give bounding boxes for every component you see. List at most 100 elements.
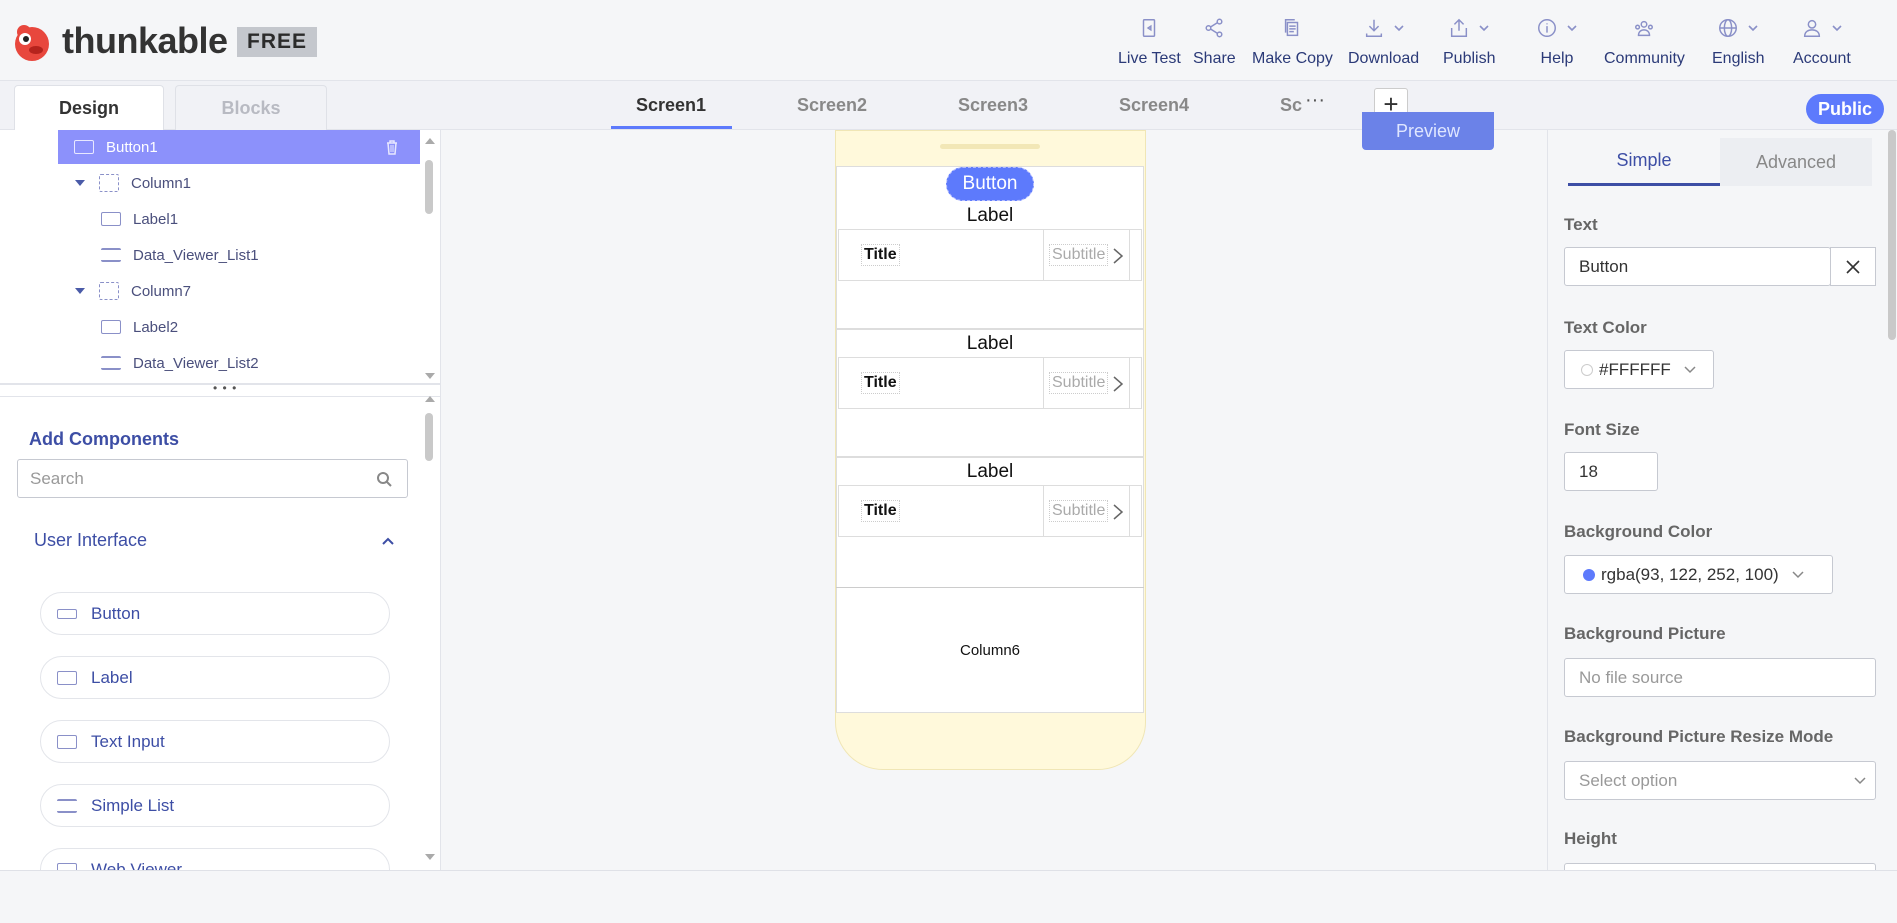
left-panel: Button1 Column1 Label1 Data_Viewer_List1… [0, 130, 441, 870]
component-search-input[interactable]: Search [17, 459, 408, 498]
phone-column6[interactable]: Column6 [836, 587, 1144, 713]
nav-label: Publish [1443, 50, 1496, 67]
phone-data-viewer-list3-row[interactable]: Title Subtitle [838, 485, 1142, 537]
tree-item-label: Data_Viewer_List1 [133, 246, 259, 264]
components-scroll-down[interactable] [425, 854, 435, 860]
nav-account[interactable]: Account [1793, 14, 1851, 68]
button-component-icon [57, 609, 77, 619]
nav-community[interactable]: Community [1604, 14, 1685, 68]
data-viewer-list-icon [101, 248, 121, 262]
font-size-input[interactable]: 18 [1564, 452, 1658, 491]
tree-scroll-down[interactable] [425, 373, 435, 379]
background-picture-label: Background Picture [1564, 624, 1726, 643]
tab-screen4[interactable]: Screen4 [1119, 95, 1189, 116]
nav-share[interactable]: Share [1193, 14, 1236, 68]
tab-blocks[interactable]: Blocks [175, 85, 327, 130]
resize-mode-select[interactable]: Select option [1564, 761, 1876, 800]
phone-icon [1143, 19, 1156, 37]
button-component-icon [74, 140, 94, 154]
trash-icon[interactable] [384, 139, 400, 155]
text-property-label: Text [1564, 215, 1598, 234]
component-label[interactable]: Label [40, 656, 390, 699]
tree-item-label1[interactable]: Label1 [101, 202, 178, 236]
text-input-icon [57, 735, 77, 749]
tree-item-column7[interactable]: Column7 [75, 274, 191, 308]
tab-simple[interactable]: Simple [1568, 138, 1720, 186]
components-scrollbar[interactable] [425, 413, 433, 461]
height-input[interactable] [1564, 863, 1876, 870]
clear-text-button[interactable] [1830, 247, 1876, 286]
tree-item-label2[interactable]: Label2 [101, 310, 178, 344]
phone-data-viewer-list2-row[interactable]: Title Subtitle [838, 357, 1142, 409]
user-icon [1803, 19, 1820, 37]
chevron-down-icon [1854, 776, 1866, 784]
height-label: Height [1564, 829, 1617, 848]
tab-design[interactable]: Design [14, 85, 164, 130]
tree-item-button1[interactable]: Button1 [58, 130, 420, 164]
nav-label: Account [1793, 50, 1851, 67]
list-subtitle: Subtitle [1049, 244, 1109, 266]
preview-button[interactable]: Preview [1362, 112, 1494, 150]
brand-name[interactable]: thunkable [62, 20, 228, 62]
phone-label3[interactable]: Label [836, 461, 1144, 483]
tree-item-data-viewer-list1[interactable]: Data_Viewer_List1 [101, 238, 259, 272]
text-property-input[interactable]: Button [1564, 247, 1831, 286]
chevron-down-icon [1684, 365, 1696, 373]
nav-make-copy[interactable]: Make Copy [1252, 14, 1333, 68]
tab-screen3[interactable]: Screen3 [958, 95, 1028, 116]
info-icon [1538, 19, 1556, 37]
tab-screen2[interactable]: Screen2 [797, 95, 867, 116]
phone-label2[interactable]: Label [836, 333, 1144, 355]
nav-label: Make Copy [1252, 50, 1333, 67]
tree-item-column1[interactable]: Column1 [75, 166, 191, 200]
tree-item-label: Column7 [131, 282, 192, 300]
phone-data-viewer-list1-row[interactable]: Title Subtitle [838, 229, 1142, 281]
nav-language[interactable]: English [1712, 14, 1764, 68]
component-label: Button [91, 603, 141, 623]
tab-screen5[interactable]: Sc [1280, 95, 1302, 116]
collapse-arrow-icon[interactable] [75, 288, 85, 294]
phone-button1[interactable]: Button [946, 167, 1034, 201]
text-color-label: Text Color [1564, 318, 1647, 337]
nav-publish[interactable]: Publish [1443, 14, 1495, 68]
component-simple-list[interactable]: Simple List [40, 784, 390, 827]
nav-label: Share [1193, 50, 1236, 67]
background-color-picker[interactable]: rgba(93, 122, 252, 100) [1564, 555, 1833, 594]
component-text-input[interactable]: Text Input [40, 720, 390, 763]
chevron-down-icon [1748, 25, 1758, 32]
chevron-right-icon [1113, 504, 1124, 520]
tree-item-data-viewer-list2[interactable]: Data_Viewer_List2 [101, 346, 259, 380]
panel-resize-handle[interactable]: • • • [0, 381, 441, 397]
component-list-clip: Web Viewer [0, 846, 420, 870]
list-subtitle: Subtitle [1049, 372, 1109, 394]
tab-advanced[interactable]: Advanced [1720, 138, 1872, 186]
chevron-down-icon [1479, 25, 1489, 32]
chevron-up-icon[interactable] [381, 534, 395, 548]
background-picture-input[interactable]: No file source [1564, 658, 1876, 697]
editor-tab-bar: Design Blocks Screen1 Screen2 Screen3 Sc… [0, 81, 1897, 130]
nav-download[interactable]: Download [1348, 14, 1419, 68]
component-button[interactable]: Button [40, 592, 390, 635]
tree-scrollbar[interactable] [425, 160, 433, 214]
nav-help[interactable]: Help [1536, 14, 1578, 68]
nav-label: Live Test [1118, 50, 1181, 67]
component-web-viewer[interactable]: Web Viewer [40, 848, 390, 870]
list-title: Title [861, 372, 900, 394]
public-badge[interactable]: Public [1806, 94, 1885, 124]
collapse-arrow-icon[interactable] [75, 180, 85, 186]
more-screens-button[interactable]: ··· [1305, 89, 1325, 112]
tab-screen1[interactable]: Screen1 [636, 95, 706, 116]
component-label: Label [91, 667, 133, 687]
components-scroll-up[interactable] [425, 396, 435, 402]
text-color-picker[interactable]: #FFFFFF [1564, 350, 1714, 389]
chevron-down-icon [1832, 25, 1842, 32]
color-swatch [1581, 363, 1593, 376]
top-header: thunkable FREE Live Test Share Make Copy… [0, 0, 1897, 81]
nav-live-test[interactable]: Live Test [1118, 14, 1181, 68]
tree-scroll-up[interactable] [425, 138, 435, 144]
properties-scrollbar[interactable] [1888, 130, 1896, 340]
phone-label1[interactable]: Label [836, 205, 1144, 227]
user-interface-section-title[interactable]: User Interface [34, 530, 147, 551]
text-color-value: #FFFFFF [1599, 359, 1671, 379]
community-icon [1635, 20, 1654, 37]
